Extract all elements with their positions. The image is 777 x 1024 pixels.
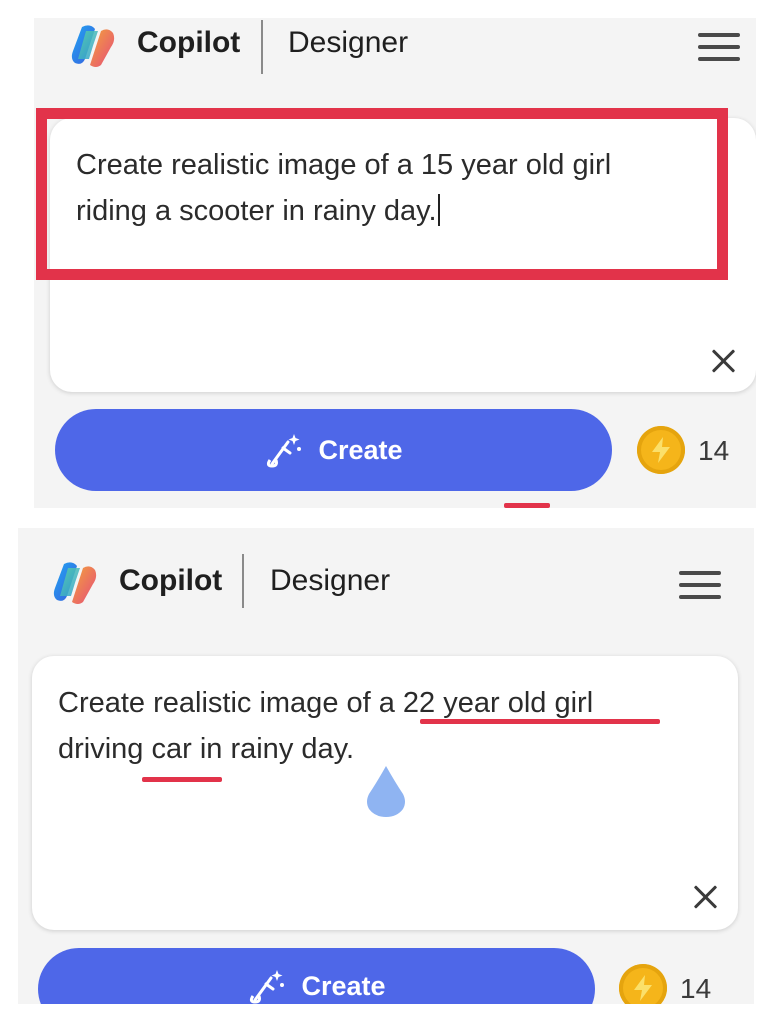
designer-screen-2: Copilot Designer Create realistic image … bbox=[18, 528, 754, 1004]
magic-wand-icon bbox=[267, 434, 302, 468]
copilot-logo-icon[interactable] bbox=[68, 21, 118, 71]
app-name: Copilot bbox=[137, 26, 241, 59]
app-header: Copilot Designer bbox=[34, 18, 756, 78]
header-divider bbox=[242, 554, 244, 608]
highlight-box bbox=[36, 108, 728, 280]
hamburger-menu-icon[interactable] bbox=[679, 569, 721, 601]
magic-wand-icon bbox=[250, 970, 285, 1004]
prompt-line-2: driving car in rainy day. bbox=[58, 733, 355, 765]
close-icon[interactable] bbox=[690, 882, 720, 912]
create-button-label: Create bbox=[301, 970, 386, 1001]
hamburger-menu-icon[interactable] bbox=[698, 31, 740, 63]
create-button[interactable]: Create bbox=[38, 948, 595, 1004]
lightning-coin-icon bbox=[637, 426, 685, 474]
header-divider bbox=[261, 20, 263, 74]
create-button[interactable]: Create bbox=[55, 409, 612, 491]
section-title: Designer bbox=[270, 564, 391, 597]
app-header: Copilot Designer bbox=[18, 528, 754, 608]
close-icon[interactable] bbox=[708, 346, 738, 376]
underline-car bbox=[142, 777, 222, 782]
section-title: Designer bbox=[288, 26, 409, 59]
copilot-logo-icon[interactable] bbox=[50, 558, 100, 608]
touch-indicator-icon bbox=[367, 766, 405, 817]
red-mark bbox=[504, 503, 550, 508]
lightning-coin-icon bbox=[619, 964, 667, 1004]
designer-screen-1: Copilot Designer Create realistic image … bbox=[34, 18, 756, 508]
underline-age-girl bbox=[420, 719, 660, 724]
create-button-label: Create bbox=[318, 434, 403, 465]
prompt-input[interactable]: Create realistic image of a 22 year old … bbox=[58, 680, 593, 772]
app-name: Copilot bbox=[119, 564, 223, 597]
boost-count: 14 bbox=[680, 973, 712, 1004]
prompt-card[interactable]: Create realistic image of a 22 year old … bbox=[32, 656, 738, 930]
boost-count: 14 bbox=[698, 435, 730, 466]
